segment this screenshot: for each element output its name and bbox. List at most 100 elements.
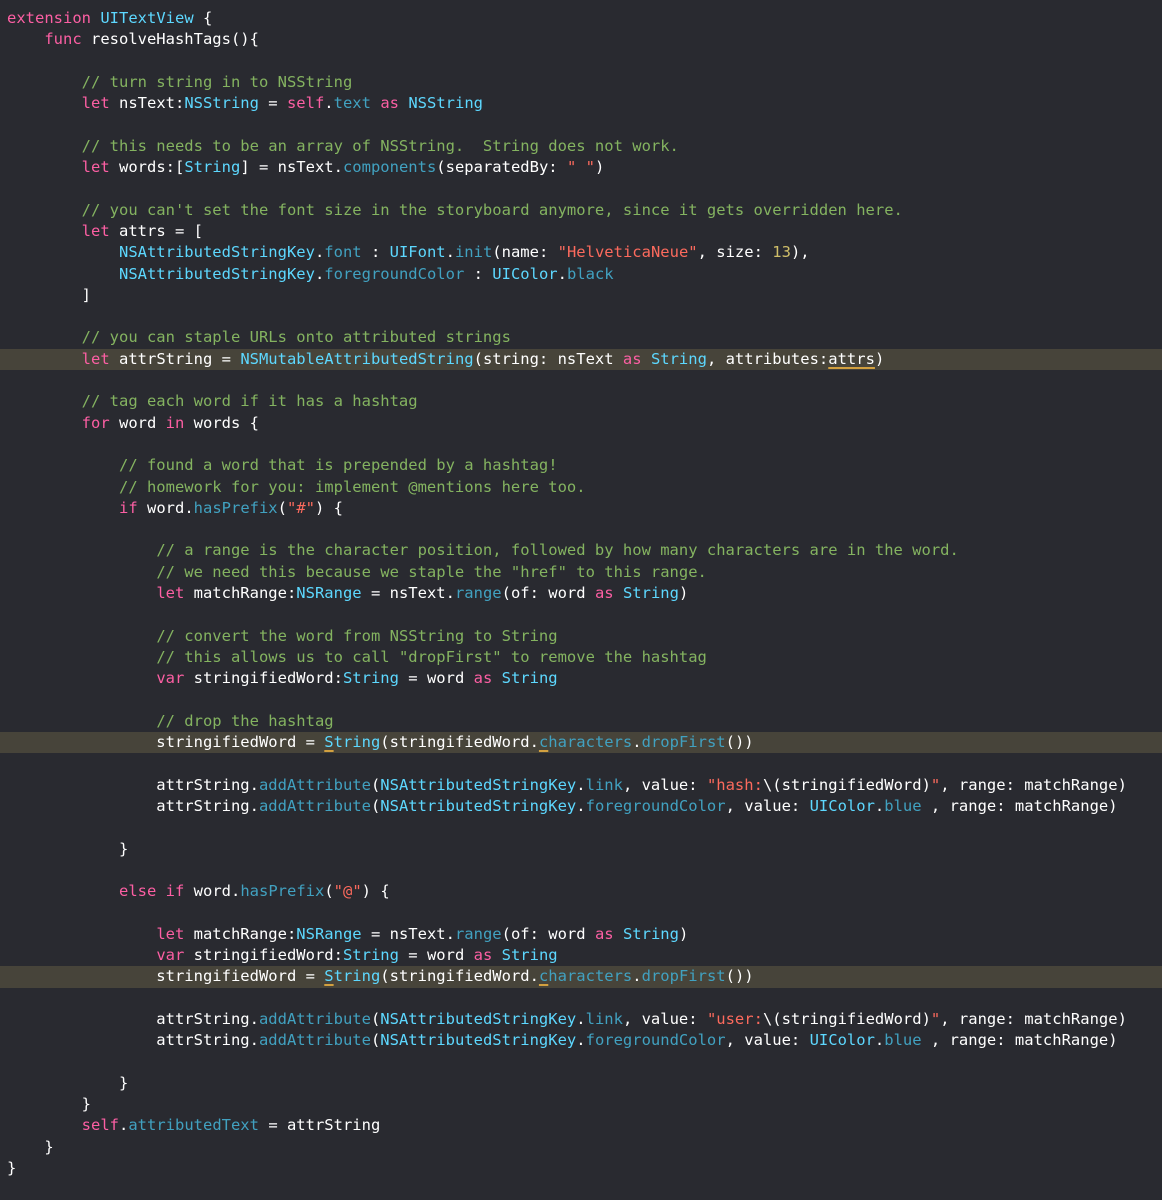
code-line[interactable]: [0, 370, 1162, 391]
code-line[interactable]: [0, 988, 1162, 1009]
code-line[interactable]: [0, 114, 1162, 135]
code-line[interactable]: let matchRange:NSRange = nsText.range(of…: [0, 924, 1162, 945]
code-token-api: blue: [884, 796, 922, 815]
code-line[interactable]: let attrs = [: [0, 221, 1162, 242]
code-token-kw: in: [165, 413, 185, 432]
code-token-plain: \(stringifiedWord): [762, 775, 931, 794]
code-line[interactable]: // a range is the character position, fo…: [0, 540, 1162, 561]
code-line[interactable]: let words:[String] = nsText.components(s…: [0, 157, 1162, 178]
code-line[interactable]: var stringifiedWord:String = word as Str…: [0, 945, 1162, 966]
code-token-plain: =: [258, 94, 287, 113]
code-line[interactable]: // convert the word from NSString to Str…: [0, 626, 1162, 647]
code-line[interactable]: var stringifiedWord:String = word as Str…: [0, 668, 1162, 689]
code-token-api: hasPrefix: [240, 882, 325, 901]
code-token-plain: attrString.: [7, 1009, 259, 1028]
code-line[interactable]: // you can't set the font size in the st…: [0, 200, 1162, 221]
code-line[interactable]: attrString.addAttribute(NSAttributedStri…: [0, 796, 1162, 817]
code-line[interactable]: let nsText:NSString = self.text as NSStr…: [0, 93, 1162, 114]
code-token-type: NSAttributedStringKey: [380, 796, 577, 815]
code-token-type: String: [342, 669, 399, 688]
code-line[interactable]: [0, 306, 1162, 327]
code-token-plain: word.: [184, 882, 241, 901]
code-token-api: haracters: [548, 967, 633, 986]
code-token-type: String: [650, 349, 707, 368]
code-token-plain: .: [874, 796, 885, 815]
code-line[interactable]: for word in words {: [0, 413, 1162, 434]
code-line[interactable]: NSAttributedStringKey.foregroundColor : …: [0, 264, 1162, 285]
code-line[interactable]: attrString.addAttribute(NSAttributedStri…: [0, 1030, 1162, 1051]
code-line[interactable]: [0, 178, 1162, 199]
code-token-type: String: [501, 946, 558, 965]
code-line[interactable]: // turn string in to NSString: [0, 72, 1162, 93]
code-line[interactable]: // you can staple URLs onto attributed s…: [0, 327, 1162, 348]
code-token-comment: // a range is the character position, fo…: [156, 541, 959, 560]
code-line[interactable]: ]: [0, 285, 1162, 306]
code-line[interactable]: extension UITextView {: [0, 8, 1162, 29]
code-line[interactable]: [0, 434, 1162, 455]
code-line[interactable]: // tag each word if it has a hashtag: [0, 391, 1162, 412]
code-line[interactable]: [0, 817, 1162, 838]
code-line[interactable]: [0, 860, 1162, 881]
code-token-string: ": [930, 775, 941, 794]
code-line-highlighted[interactable]: let attrString = NSMutableAttributedStri…: [0, 348, 1162, 371]
code-token-comment: // found a word that is prepended by a h…: [118, 456, 558, 475]
code-token-plain: (: [370, 1031, 381, 1050]
code-editor[interactable]: extension UITextView { func resolveHashT…: [0, 0, 1162, 1200]
code-line[interactable]: // this allows us to call "dropFirst" to…: [0, 647, 1162, 668]
code-token-type: NSAttributedStringKey: [380, 1009, 577, 1028]
code-line[interactable]: }: [0, 1073, 1162, 1094]
code-token-kw: func: [44, 30, 82, 49]
code-line[interactable]: }: [0, 1094, 1162, 1115]
code-line[interactable]: // drop the hashtag: [0, 711, 1162, 732]
code-line[interactable]: // we need this because we staple the "h…: [0, 562, 1162, 583]
code-line[interactable]: [0, 753, 1162, 774]
code-token-api: dropFirst: [641, 967, 726, 986]
code-line[interactable]: if word.hasPrefix("#") {: [0, 498, 1162, 519]
code-line[interactable]: [0, 690, 1162, 711]
code-token-type: NSAttributedStringKey: [380, 775, 577, 794]
code-line-highlighted[interactable]: stringifiedWord = String(stringifiedWord…: [0, 732, 1162, 754]
code-line[interactable]: let matchRange:NSRange = nsText.range(of…: [0, 583, 1162, 604]
code-line[interactable]: [0, 902, 1162, 923]
code-line[interactable]: [0, 51, 1162, 72]
code-line[interactable]: attrString.addAttribute(NSAttributedStri…: [0, 1009, 1162, 1030]
code-token-kw: as: [622, 349, 642, 368]
code-line-highlighted[interactable]: stringifiedWord = String(stringifiedWord…: [0, 966, 1162, 988]
code-line[interactable]: // this needs to be an array of NSString…: [0, 136, 1162, 157]
code-line[interactable]: }: [0, 1158, 1162, 1179]
code-line[interactable]: [0, 604, 1162, 625]
code-token-api: blue: [884, 1031, 922, 1050]
code-line[interactable]: NSAttributedStringKey.font : UIFont.init…: [0, 242, 1162, 263]
code-token-plain: , range: matchRange): [921, 1031, 1118, 1050]
code-token-plain: = nsText.: [361, 924, 455, 943]
code-token-plain: , value:: [622, 1009, 707, 1028]
code-line[interactable]: // homework for you: implement @mentions…: [0, 477, 1162, 498]
code-line[interactable]: }: [0, 1137, 1162, 1158]
code-line[interactable]: // found a word that is prepended by a h…: [0, 455, 1162, 476]
code-token-kw: let: [81, 221, 110, 240]
code-token-api: addAttribute: [258, 1031, 371, 1050]
code-token-plain: matchRange:: [184, 584, 297, 603]
code-token-kw: as: [473, 669, 493, 688]
code-line[interactable]: [0, 1052, 1162, 1073]
code-line[interactable]: func resolveHashTags(){: [0, 29, 1162, 50]
code-line[interactable]: [0, 519, 1162, 540]
code-token-plain: (: [277, 498, 287, 517]
code-token-api: foregroundColor: [585, 1031, 726, 1050]
code-line[interactable]: }: [0, 839, 1162, 860]
code-line[interactable]: attrString.addAttribute(NSAttributedStri…: [0, 775, 1162, 796]
code-line[interactable]: else if word.hasPrefix("@") {: [0, 881, 1162, 902]
code-token-api: range: [454, 924, 502, 943]
code-line[interactable]: self.attributedText = attrString: [0, 1115, 1162, 1136]
